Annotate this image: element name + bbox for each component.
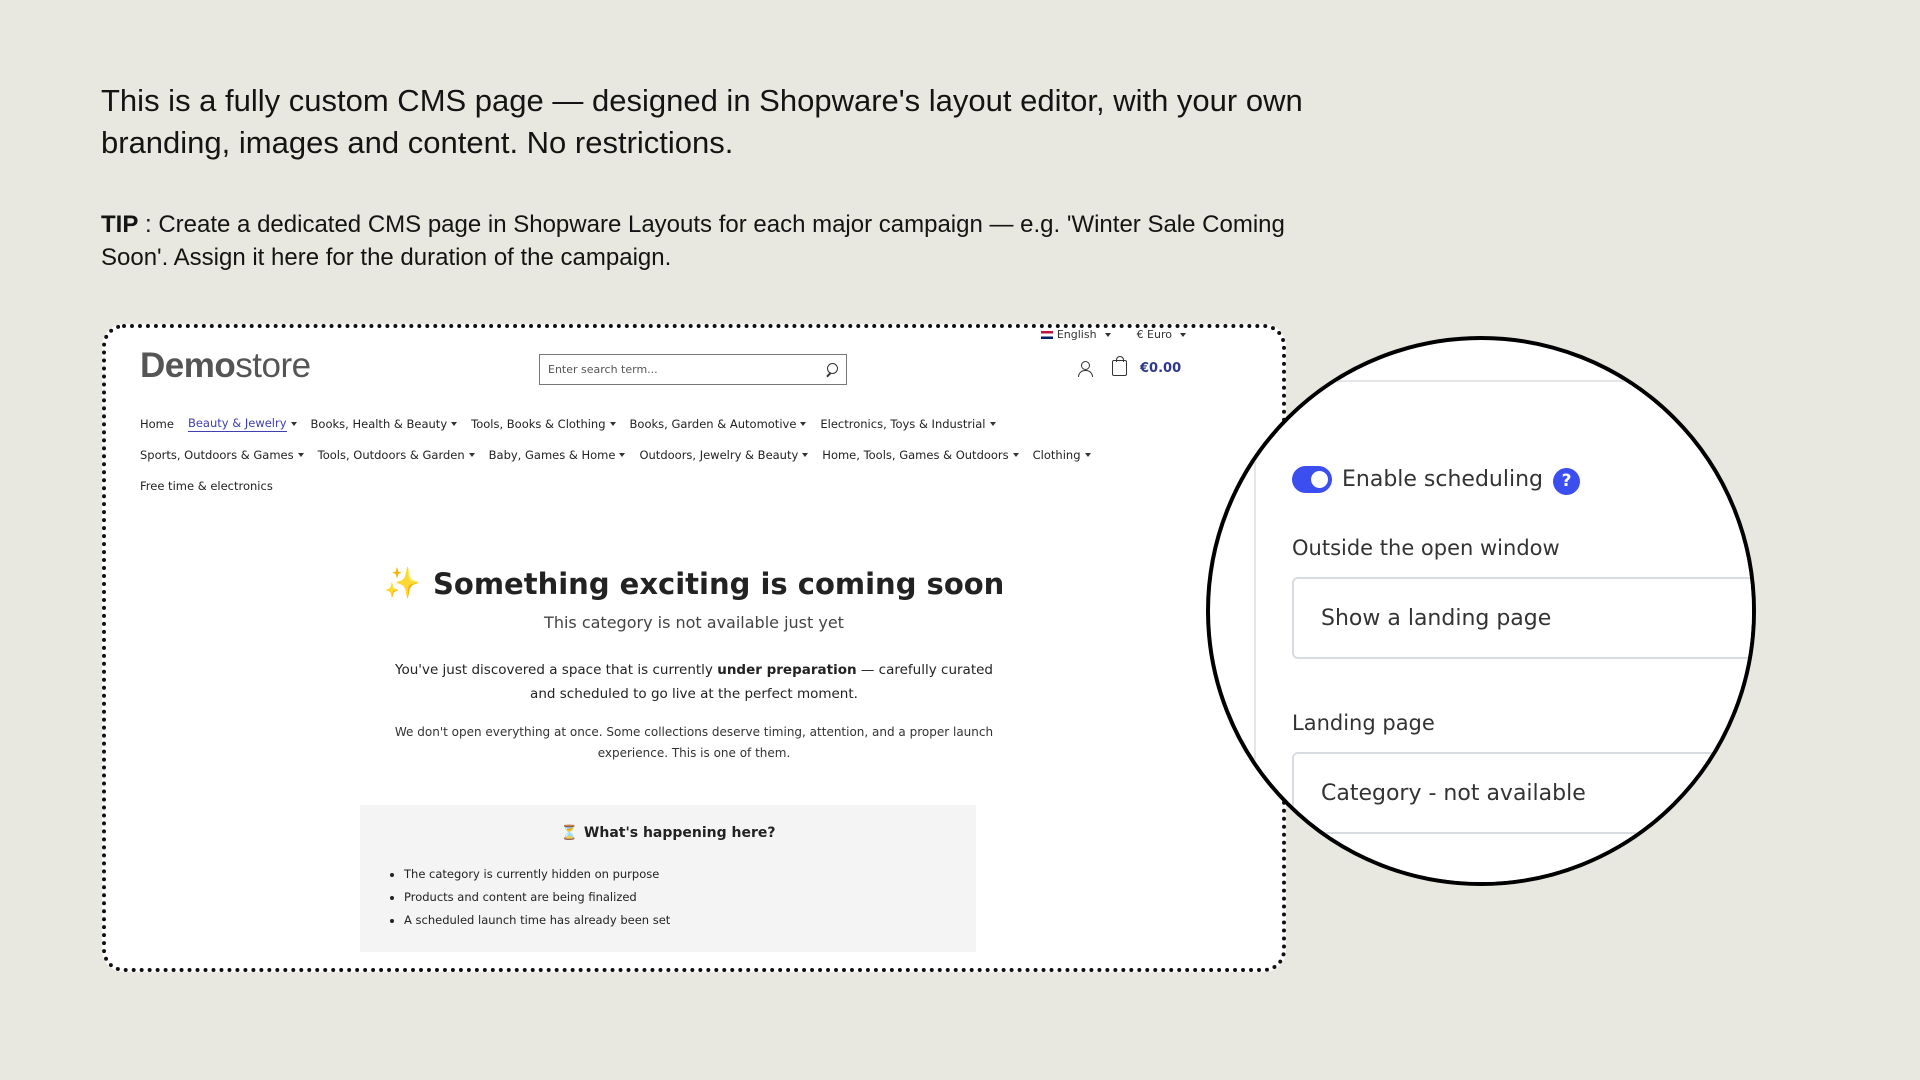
nav-item-label: Sports, Outdoors & Games	[140, 447, 294, 462]
intro-text: This is a fully custom CMS page — design…	[101, 83, 1303, 160]
cart-total[interactable]: €0.00	[1140, 361, 1181, 376]
nav-item[interactable]: Books, Health & Beauty	[311, 417, 458, 431]
help-icon[interactable]: ?	[1553, 468, 1580, 495]
nav-item[interactable]: Tools, Outdoors & Garden	[318, 448, 475, 462]
list-item: The category is currently hidden on purp…	[404, 863, 670, 886]
hero-title-text: Something exciting is coming soon	[433, 566, 1005, 601]
nav-row: Free time & electronics	[140, 470, 1200, 501]
nav-item[interactable]: Books, Garden & Automotive	[630, 417, 807, 431]
currency-switcher[interactable]: € Euro	[1137, 328, 1186, 341]
nav-item[interactable]: Home	[140, 417, 174, 431]
language-switcher[interactable]: English	[1040, 328, 1111, 341]
landing-page-value: Category - not available	[1321, 780, 1586, 806]
landing-page-label: Landing page	[1292, 711, 1435, 735]
logo-light: store	[235, 346, 311, 385]
account-icon[interactable]	[1078, 361, 1093, 377]
info-title: ⏳ What's happening here?	[360, 825, 976, 841]
coming-soon-content: ✨ Something exciting is coming soon This…	[106, 566, 1282, 764]
hero-note: We don't open everything at once. Some c…	[394, 725, 994, 760]
info-box: ⏳ What's happening here? The category is …	[360, 805, 976, 952]
scheduling-toggle[interactable]	[1292, 466, 1332, 493]
store-topbar: English € Euro	[1040, 328, 1186, 341]
hero-subtitle: This category is not available just yet	[544, 613, 844, 632]
nav-item[interactable]: Baby, Games & Home	[489, 448, 626, 462]
chevron-down-icon	[468, 452, 475, 457]
nav-item-label: Home, Tools, Games & Outdoors	[822, 447, 1009, 462]
nav-row: Home Beauty & Jewelry Books, Health & Beau…	[140, 408, 1200, 439]
cart-icon[interactable]	[1112, 356, 1127, 376]
search-input[interactable]: Enter search term...	[539, 354, 847, 385]
nav-item-label: Free time & electronics	[140, 478, 273, 493]
nav-item[interactable]: Sports, Outdoors & Games	[140, 448, 304, 462]
nav-item[interactable]: Electronics, Toys & Industrial	[820, 416, 996, 431]
nav-item[interactable]: Home, Tools, Games & Outdoors	[822, 447, 1019, 462]
chevron-down-icon	[802, 452, 809, 457]
hero-paragraph: You've just discovered a space that is c…	[384, 658, 1004, 706]
hourglass-icon: ⏳	[560, 825, 578, 841]
sparkles-icon: ✨	[383, 566, 422, 601]
zoom-callout: Enable scheduling ? Outside the open win…	[1206, 336, 1756, 886]
uk-flag-icon	[1040, 330, 1053, 339]
list-item: A scheduled launch time has already been…	[404, 909, 670, 932]
chevron-down-icon	[1084, 452, 1091, 457]
scheduling-label: Enable scheduling	[1342, 467, 1544, 492]
info-list: The category is currently hidden on purp…	[404, 863, 670, 932]
tip-label: TIP	[101, 211, 139, 238]
main-navigation: Home Beauty & Jewelry Books, Health & Beau…	[140, 408, 1200, 501]
language-label: English	[1056, 328, 1097, 341]
nav-item-label: Home	[140, 416, 174, 431]
nav-item-label: Electronics, Toys & Industrial	[820, 416, 986, 431]
nav-item-label: Baby, Games & Home	[488, 447, 616, 462]
nav-item-label: Tools, Books & Clothing	[471, 416, 606, 431]
nav-item-label: Beauty & Jewelry	[187, 415, 287, 432]
nav-item[interactable]: Clothing	[1033, 448, 1091, 462]
hero-paragraph-bold: under preparation	[717, 662, 857, 678]
chevron-down-icon	[619, 452, 626, 457]
nav-item-label: Books, Health & Beauty	[310, 416, 448, 431]
nav-item[interactable]: Free time & electronics	[140, 479, 273, 493]
chevron-down-icon	[800, 421, 807, 426]
landing-page-select[interactable]: Category - not available	[1292, 752, 1752, 834]
nav-item-label: Outdoors, Jewelry & Beauty	[639, 447, 799, 462]
info-title-text: What's happening here?	[583, 825, 776, 841]
nav-item[interactable]: Beauty & Jewelry	[187, 415, 297, 432]
search-placeholder: Enter search term...	[548, 363, 658, 376]
outside-window-select[interactable]: Show a landing page	[1292, 577, 1752, 659]
nav-item[interactable]: Outdoors, Jewelry & Beauty	[639, 447, 809, 462]
hero-title: ✨ Something exciting is coming soon	[106, 566, 1282, 601]
chevron-down-icon	[451, 421, 458, 426]
outside-window-value: Show a landing page	[1321, 605, 1552, 631]
nav-row: Sports, Outdoors & Games Tools, Outdoors …	[140, 439, 1200, 470]
storefront-screenshot: English € Euro Demostore Enter search te…	[102, 324, 1286, 972]
store-logo[interactable]: Demostore	[140, 346, 311, 386]
chevron-down-icon	[297, 452, 304, 457]
tip-body: : Create a dedicated CMS page in Shopwar…	[101, 211, 1285, 271]
list-item: Products and content are being finalized	[404, 886, 670, 909]
nav-item-label: Tools, Outdoors & Garden	[317, 447, 465, 462]
logo-bold: Demo	[140, 346, 236, 385]
search-icon[interactable]	[825, 363, 838, 376]
nav-item-label: Clothing	[1032, 447, 1081, 462]
chevron-down-icon	[1012, 452, 1019, 457]
nav-item-label: Books, Garden & Automotive	[629, 416, 797, 431]
nav-item[interactable]: Tools, Books & Clothing	[471, 416, 616, 431]
chevron-down-icon	[1104, 332, 1111, 337]
chevron-down-icon	[1180, 332, 1186, 337]
chevron-down-icon	[290, 421, 297, 426]
chevron-down-icon	[609, 421, 616, 426]
currency-label: € Euro	[1136, 328, 1172, 341]
outside-window-label: Outside the open window	[1292, 536, 1560, 560]
hero-paragraph-start: You've just discovered a space that is c…	[394, 662, 718, 678]
tip-text: TIP : Create a dedicated CMS page in Sho…	[101, 208, 1321, 274]
chevron-down-icon	[989, 421, 996, 426]
